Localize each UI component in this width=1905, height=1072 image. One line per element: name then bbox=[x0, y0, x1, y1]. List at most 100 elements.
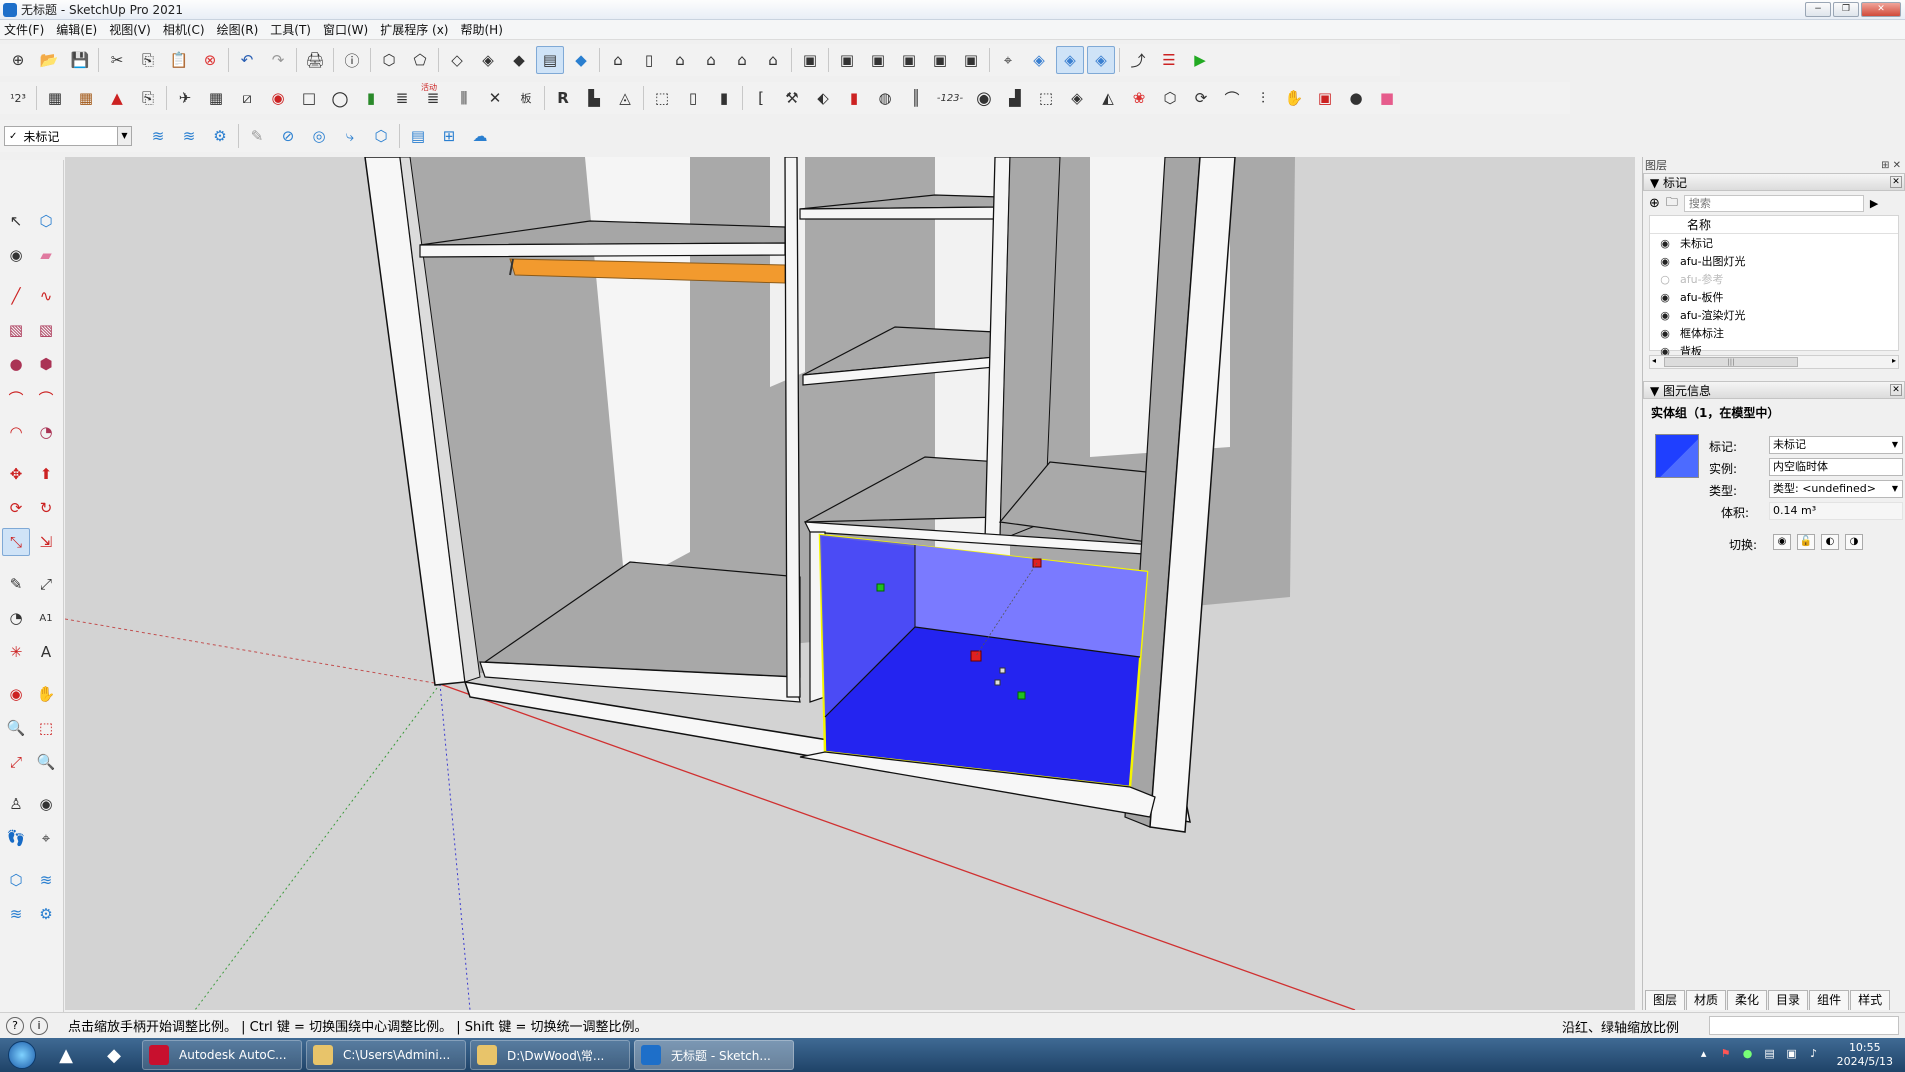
visibility-eye-hidden-icon[interactable]: ○ bbox=[1650, 273, 1680, 286]
tab-layers[interactable]: 图层 bbox=[1645, 990, 1686, 1010]
eye-icon[interactable]: ◉ bbox=[970, 84, 998, 112]
tab-materials[interactable]: 材质 bbox=[1686, 990, 1727, 1010]
tray-flag-icon[interactable]: ⚑ bbox=[1717, 1047, 1735, 1063]
link-icon[interactable]: ⊘ bbox=[274, 122, 302, 150]
layers-add-icon[interactable]: ≋ bbox=[175, 122, 203, 150]
text-tag-icon[interactable]: ◬ bbox=[611, 84, 639, 112]
cast-shadows-icon[interactable]: ◑ bbox=[1845, 534, 1863, 550]
sandbox-drape-icon[interactable]: ⚙ bbox=[32, 900, 60, 928]
back-edges-icon[interactable]: ⬠ bbox=[406, 46, 434, 74]
sandbox-mesh-icon[interactable]: ≋ bbox=[32, 866, 60, 894]
geo-location-icon[interactable]: ? bbox=[6, 1016, 24, 1035]
red-circle-icon[interactable]: ◉ bbox=[264, 84, 292, 112]
xray-icon[interactable]: ⬡ bbox=[375, 46, 403, 74]
redo-icon[interactable]: ↷ bbox=[264, 46, 292, 74]
monochrome-icon[interactable]: ◆ bbox=[567, 46, 595, 74]
menu-window[interactable]: 窗口(W) bbox=[323, 21, 368, 38]
trash-icon[interactable]: ▣ bbox=[1311, 84, 1339, 112]
offset-icon[interactable]: ⇲ bbox=[32, 528, 60, 556]
flow-icon[interactable]: ⤷ bbox=[336, 122, 364, 150]
close-icon[interactable]: ✕ bbox=[1890, 384, 1902, 396]
three-point-arc-icon[interactable]: ◠ bbox=[2, 418, 30, 446]
tray-arrow-icon[interactable]: ▴ bbox=[1695, 1047, 1713, 1063]
scale-grip-small[interactable] bbox=[999, 667, 1006, 674]
scale-grip-green-left[interactable] bbox=[876, 583, 885, 592]
pie-icon[interactable]: ◔ bbox=[32, 418, 60, 446]
info-icon[interactable]: i bbox=[30, 1016, 48, 1035]
solid-subtract-icon[interactable]: ▣ bbox=[895, 46, 923, 74]
menu-edit[interactable]: 编辑(E) bbox=[56, 21, 97, 38]
taskbar-task[interactable]: C:\Users\Admini... bbox=[306, 1040, 466, 1070]
freehand-icon[interactable]: ∿ bbox=[32, 282, 60, 310]
box-3d-icon[interactable]: ⬡ bbox=[1156, 84, 1184, 112]
column-icon[interactable]: ⫼ bbox=[450, 84, 478, 112]
dimension-icon[interactable]: ⤢ bbox=[32, 570, 60, 598]
eraser-tool-icon[interactable]: ✎ bbox=[243, 122, 271, 150]
tab-components[interactable]: 组件 bbox=[1809, 990, 1850, 1010]
menu-file[interactable]: 文件(F) bbox=[4, 21, 44, 38]
tags-horizontal-scrollbar[interactable]: ◂ ||| ▸ bbox=[1649, 355, 1899, 369]
green-cylinder-icon[interactable]: ▮ bbox=[357, 84, 385, 112]
visibility-eye-icon[interactable]: ◉ bbox=[1650, 291, 1680, 304]
pin-app-icon[interactable]: ◆ bbox=[90, 1039, 138, 1071]
taskbar-task[interactable]: 无标题 - Sketch... bbox=[634, 1040, 794, 1070]
modeling-viewport[interactable] bbox=[65, 157, 1635, 1010]
window-tile-icon[interactable]: ▦ bbox=[202, 84, 230, 112]
tag-row[interactable]: ◉ afu-出图灯光 bbox=[1650, 252, 1898, 270]
rotate-icon[interactable]: ⟳ bbox=[2, 494, 30, 522]
scale-grip-green-right[interactable] bbox=[1017, 691, 1026, 700]
instance-field-input[interactable]: 内空临时体 bbox=[1769, 458, 1903, 476]
sync-icon[interactable]: ◎ bbox=[305, 122, 333, 150]
tray-network-icon[interactable]: ▤ bbox=[1761, 1047, 1779, 1063]
paint-bucket-icon[interactable]: ◉ bbox=[2, 241, 30, 269]
tray-green-icon[interactable]: ● bbox=[1739, 1047, 1757, 1063]
3d-text-icon[interactable]: A bbox=[32, 638, 60, 666]
tab-styles[interactable]: 样式 bbox=[1850, 990, 1891, 1010]
erase-selection-icon[interactable]: ⊗ bbox=[196, 46, 224, 74]
right-view-icon[interactable]: ⌂ bbox=[697, 46, 725, 74]
select-icon[interactable]: ↖ bbox=[2, 207, 30, 235]
stack-active-icon[interactable]: ≣ 活动 bbox=[419, 83, 447, 112]
display-section-cuts-icon[interactable]: ◈ bbox=[1087, 46, 1115, 74]
solid-outer-shell-icon[interactable]: ▣ bbox=[796, 46, 824, 74]
make-component-icon[interactable]: ⬡ bbox=[32, 207, 60, 235]
push-pull-icon[interactable]: ⬆ bbox=[32, 460, 60, 488]
menu-extensions[interactable]: 扩展程序 (x) bbox=[380, 21, 448, 38]
tray-display-icon[interactable]: ▣ bbox=[1783, 1047, 1801, 1063]
select-region-icon[interactable]: ⬚ bbox=[1032, 84, 1060, 112]
scale-grip-small-2[interactable] bbox=[994, 679, 1001, 686]
tags-section-header[interactable]: ▼ 标记 ✕ bbox=[1643, 173, 1905, 191]
start-button[interactable] bbox=[2, 1039, 42, 1071]
entity-info-header[interactable]: ▼ 图元信息 ✕ bbox=[1643, 381, 1905, 399]
layers-settings-icon[interactable]: ⚙ bbox=[206, 122, 234, 150]
iso-view-icon[interactable]: ⌂ bbox=[604, 46, 632, 74]
mirror-icon[interactable]: ◭ bbox=[1094, 84, 1122, 112]
scenes-icon[interactable]: ⤴ bbox=[1124, 46, 1152, 74]
tag-row[interactable]: ◉ 未标记 bbox=[1650, 234, 1898, 252]
position-camera-tool-icon[interactable]: ♙ bbox=[2, 790, 30, 818]
hinge-icon[interactable]: ◍ bbox=[871, 84, 899, 112]
r-icon[interactable]: R bbox=[549, 84, 577, 112]
cloud-icon[interactable]: ☁ bbox=[466, 122, 494, 150]
front-view-icon[interactable]: ⌂ bbox=[666, 46, 694, 74]
clock[interactable]: 10:55 2024/5/13 bbox=[1837, 1041, 1893, 1069]
minimize-button[interactable]: − bbox=[1805, 2, 1831, 17]
chevron-down-icon[interactable]: ▼ bbox=[1888, 481, 1902, 497]
door-icon[interactable]: ▯ bbox=[679, 84, 707, 112]
taskbar-task[interactable]: Autodesk AutoC... bbox=[142, 1040, 302, 1070]
open-file-icon[interactable]: 📂 bbox=[35, 46, 63, 74]
solid-intersect-icon[interactable]: ▣ bbox=[833, 46, 861, 74]
stairs-icon[interactable]: ▟ bbox=[1001, 84, 1029, 112]
red-block-icon[interactable]: ▮ bbox=[840, 84, 868, 112]
left-view-icon[interactable]: ⌂ bbox=[759, 46, 787, 74]
chevron-down-icon[interactable]: ▼ bbox=[117, 127, 131, 145]
maximize-button[interactable]: ❐ bbox=[1833, 2, 1859, 17]
sandbox-icon[interactable]: ⬡ bbox=[2, 866, 30, 894]
cabinet-icon[interactable]: ▦ bbox=[72, 84, 100, 112]
tags-search-input[interactable]: 搜索 bbox=[1683, 194, 1864, 212]
animation-icon[interactable]: ▶ bbox=[1186, 46, 1214, 74]
stack-icon[interactable]: ≣ bbox=[388, 84, 416, 112]
protractor-icon[interactable]: ◔ bbox=[2, 604, 30, 632]
add-tag-icon[interactable]: ⊕ bbox=[1649, 196, 1660, 211]
sandbox-stamp-icon[interactable]: ≋ bbox=[2, 900, 30, 928]
